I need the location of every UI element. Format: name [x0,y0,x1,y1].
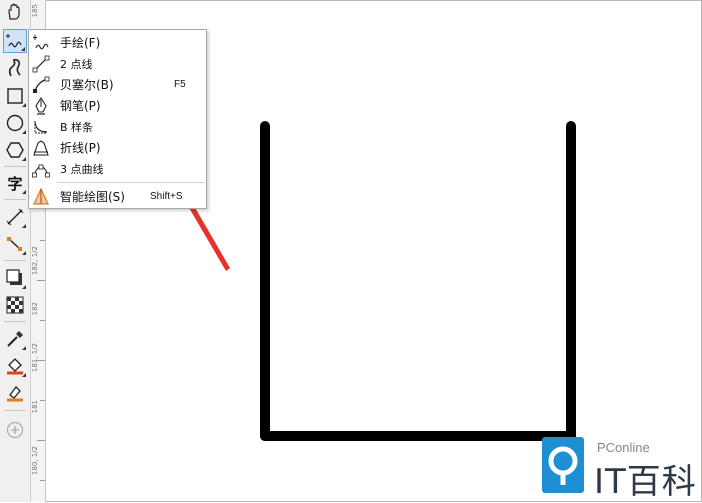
add-tool-icon [6,421,24,439]
menu-item-label: 钢笔(P) [60,99,101,113]
menu-item-label: 贝塞尔(B) [60,78,114,92]
connector-tool[interactable] [3,232,27,256]
drawn-line-right[interactable] [566,121,576,441]
menu-item-label: 智能绘图(S) [60,190,125,204]
polygon-tool[interactable] [3,138,27,162]
menu-item-shortcut: Shift+S [150,191,183,202]
bspline-icon [34,121,48,134]
bezier-icon [33,76,50,93]
transparency-icon [6,296,24,314]
polyline-icon [33,140,49,156]
ellipse-tool[interactable] [3,111,27,135]
ruler-label: 182, 1/2 [31,246,39,276]
ruler-label: 180, 1/2 [31,446,39,476]
text-tool[interactable]: 字 [3,171,27,195]
menu-item-polyline[interactable]: 折线(P) [29,137,206,158]
drawn-line-left[interactable] [260,121,270,441]
pen-icon [35,97,47,115]
menu-item-three-point-curve[interactable]: 3 点曲线 [29,158,206,179]
menu-item-shortcut: F5 [174,79,186,90]
pan-icon [8,3,20,20]
smart-drawing-icon [33,188,49,205]
ruler-label: 182 [31,302,39,316]
menu-item-bspline[interactable]: B 样条 [29,116,206,137]
text-icon: 字 [7,174,23,193]
curve-tools-flyout: 手绘(F) 2 点线 贝塞尔(B) F5 钢笔(P) B 样条 折线(P) 3 … [28,29,207,209]
freehand-icon [33,35,49,50]
drop-shadow-tool[interactable] [3,266,27,290]
ruler-label: 181, 1/2 [31,343,39,373]
artistic-media-icon [8,58,21,77]
three-point-curve-icon [32,164,50,178]
drawn-line-bottom[interactable] [260,431,576,441]
menu-item-label: 3 点曲线 [60,162,104,176]
menu-item-pen[interactable]: 钢笔(P) [29,95,206,116]
menu-item-two-point-line[interactable]: 2 点线 [29,53,206,74]
two-point-line-icon [32,55,50,73]
artistic-media-tool[interactable] [3,56,27,80]
rectangle-tool[interactable] [3,84,27,108]
menu-item-label: B 样条 [60,120,94,134]
menu-item-smart-drawing[interactable]: 智能绘图(S) Shift+S [29,186,206,207]
ruler-label: 185 [31,4,39,18]
ruler-label: 181 [31,400,39,414]
pan-tool[interactable] [3,0,27,24]
toolbox: 字 [0,0,31,502]
eyedropper-tool[interactable] [3,327,27,351]
menu-item-freehand[interactable]: 手绘(F) [29,32,206,53]
menu-item-label: 手绘(F) [60,36,101,50]
smart-fill-icon [7,386,23,402]
menu-item-bezier[interactable]: 贝塞尔(B) F5 [29,74,206,95]
watermark-brand-top: PConline [597,440,650,455]
add-tool-button[interactable] [3,418,27,442]
watermark-brand-main: IT百科 [594,462,697,502]
dimension-tool[interactable] [3,205,27,229]
menu-separator [57,182,205,183]
transparency-tool[interactable] [3,293,27,317]
freehand-tool[interactable] [3,29,27,53]
menu-item-label: 2 点线 [60,57,93,71]
interactive-fill-tool[interactable] [3,354,27,378]
smart-fill-tool[interactable] [3,381,27,405]
menu-item-label: 折线(P) [60,141,101,155]
